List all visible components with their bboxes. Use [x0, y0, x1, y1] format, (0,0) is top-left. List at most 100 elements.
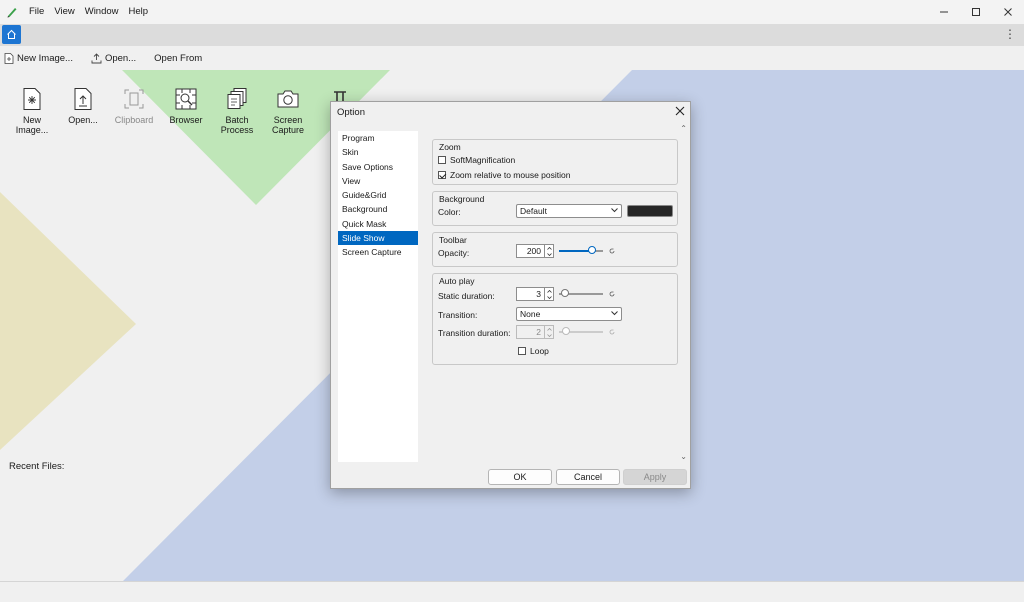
slider-thumb[interactable]	[562, 327, 570, 335]
scroll-down-icon[interactable]: ⌄	[680, 452, 687, 461]
zoom-relative-label: Zoom relative to mouse position	[450, 170, 571, 180]
open-from-button[interactable]: Open From	[154, 53, 202, 64]
batch-process-icon	[227, 88, 247, 109]
app-logo-icon	[0, 0, 24, 24]
new-image-button[interactable]: New Image...	[4, 53, 73, 64]
camera-icon	[277, 90, 299, 108]
zoom-group: Zoom SoftMagnification Zoom relative to …	[432, 139, 678, 185]
browser-icon	[175, 88, 197, 110]
static-duration-stepper[interactable]: 3	[516, 287, 554, 301]
slider-thumb[interactable]	[588, 246, 596, 254]
category-list: Program Skin Save Options View Guide&Gri…	[338, 131, 418, 462]
more-options-icon[interactable]: ⋮	[1004, 27, 1016, 41]
yellow-triangle	[0, 192, 136, 450]
chevron-down-icon[interactable]	[545, 251, 553, 257]
ok-button[interactable]: OK	[488, 469, 552, 485]
menu-file[interactable]: File	[24, 0, 49, 24]
launcher-batch-process[interactable]: Batch Process	[212, 87, 262, 135]
transition-label: Transition:	[438, 310, 478, 320]
color-select[interactable]: Default	[516, 204, 622, 218]
open-icon	[74, 88, 92, 110]
upload-icon	[91, 52, 102, 63]
color-row: Color:	[438, 207, 461, 217]
home-icon	[7, 29, 16, 39]
loop-label: Loop	[530, 346, 549, 356]
color-swatch-button[interactable]	[627, 205, 673, 217]
autoplay-group-title: Auto play	[439, 276, 475, 286]
category-save-options[interactable]: Save Options	[338, 160, 418, 174]
opacity-label: Opacity:	[438, 248, 470, 258]
transition-select-value: None	[520, 309, 541, 319]
soft-magnification-row[interactable]: SoftMagnification	[438, 155, 515, 165]
launcher-label: Screen Capture	[271, 115, 305, 135]
opacity-stepper[interactable]: 200	[516, 244, 554, 258]
launcher-screen-capture[interactable]: Screen Capture	[263, 87, 313, 135]
scroll-up-icon[interactable]: ⌃	[680, 124, 687, 133]
launcher-browser[interactable]: Browser	[161, 87, 211, 125]
slider-thumb[interactable]	[561, 289, 569, 297]
title-bar: File View Window Help	[0, 0, 1024, 24]
new-image-icon	[23, 88, 41, 110]
clipboard-icon	[124, 89, 144, 109]
category-program[interactable]: Program	[338, 131, 418, 145]
toolbar: New Image... Open... Open From	[0, 46, 1024, 70]
close-window-button[interactable]	[992, 0, 1024, 24]
minimize-icon	[940, 11, 948, 13]
maximize-button[interactable]	[960, 0, 992, 24]
category-quick-mask[interactable]: Quick Mask	[338, 217, 418, 231]
category-background[interactable]: Background	[338, 202, 418, 216]
toolbar-group: Toolbar Opacity: 200	[432, 232, 678, 267]
zoom-relative-row[interactable]: Zoom relative to mouse position	[438, 170, 570, 180]
open-label: Open...	[104, 52, 137, 64]
launcher-label: Clipboard	[114, 115, 154, 125]
launcher-label: New Image...	[15, 115, 49, 135]
open-button[interactable]: Open...	[91, 53, 136, 64]
launcher-label: Browser	[169, 115, 203, 125]
category-guide-grid[interactable]: Guide&Grid	[338, 188, 418, 202]
zoom-group-title: Zoom	[439, 142, 461, 152]
transition-row: Transition:	[438, 310, 477, 320]
menu-help[interactable]: Help	[124, 0, 154, 24]
static-duration-value[interactable]: 3	[516, 287, 545, 301]
transition-duration-value[interactable]: 2	[516, 325, 545, 339]
static-duration-slider[interactable]	[559, 289, 603, 299]
loop-checkbox[interactable]	[518, 347, 526, 355]
chevron-down-icon	[611, 311, 618, 316]
close-icon	[1004, 8, 1012, 16]
new-image-icon	[4, 52, 14, 64]
opacity-value[interactable]: 200	[516, 244, 545, 258]
category-slide-show[interactable]: Slide Show	[338, 231, 418, 246]
apply-button[interactable]: Apply	[623, 469, 687, 485]
opacity-row: Opacity:	[438, 248, 469, 258]
cancel-button[interactable]: Cancel	[556, 469, 620, 485]
dialog-title: Option	[337, 107, 365, 118]
opacity-slider[interactable]	[559, 246, 603, 256]
open-from-label: Open From	[154, 52, 203, 64]
chevron-down-icon[interactable]	[545, 332, 553, 338]
category-screen-capture[interactable]: Screen Capture	[338, 245, 418, 259]
minimize-button[interactable]	[928, 0, 960, 24]
transition-duration-stepper[interactable]: 2	[516, 325, 554, 339]
menu-view[interactable]: View	[49, 0, 79, 24]
option-dialog: Option Program Skin Save Options View Gu…	[330, 101, 691, 489]
loop-row[interactable]: Loop	[518, 346, 549, 356]
transition-duration-row: Transition duration:	[438, 328, 510, 338]
reset-icon[interactable]	[609, 248, 615, 254]
close-icon[interactable]	[674, 105, 686, 117]
transition-duration-label: Transition duration:	[438, 328, 511, 338]
menu-window[interactable]: Window	[80, 0, 124, 24]
reset-icon[interactable]	[609, 329, 615, 335]
transition-duration-slider[interactable]	[559, 327, 603, 337]
reset-icon[interactable]	[609, 291, 615, 297]
zoom-relative-checkbox[interactable]	[438, 171, 446, 179]
chevron-down-icon[interactable]	[545, 294, 553, 300]
home-tab[interactable]	[2, 25, 21, 44]
launcher-label: Open...	[68, 115, 98, 125]
soft-magnification-checkbox[interactable]	[438, 156, 446, 164]
transition-select[interactable]: None	[516, 307, 622, 321]
launcher-open[interactable]: Open...	[58, 87, 108, 125]
launcher-clipboard[interactable]: Clipboard	[109, 87, 159, 125]
launcher-new-image[interactable]: New Image...	[7, 87, 57, 135]
category-skin[interactable]: Skin	[338, 145, 418, 159]
category-view[interactable]: View	[338, 174, 418, 188]
